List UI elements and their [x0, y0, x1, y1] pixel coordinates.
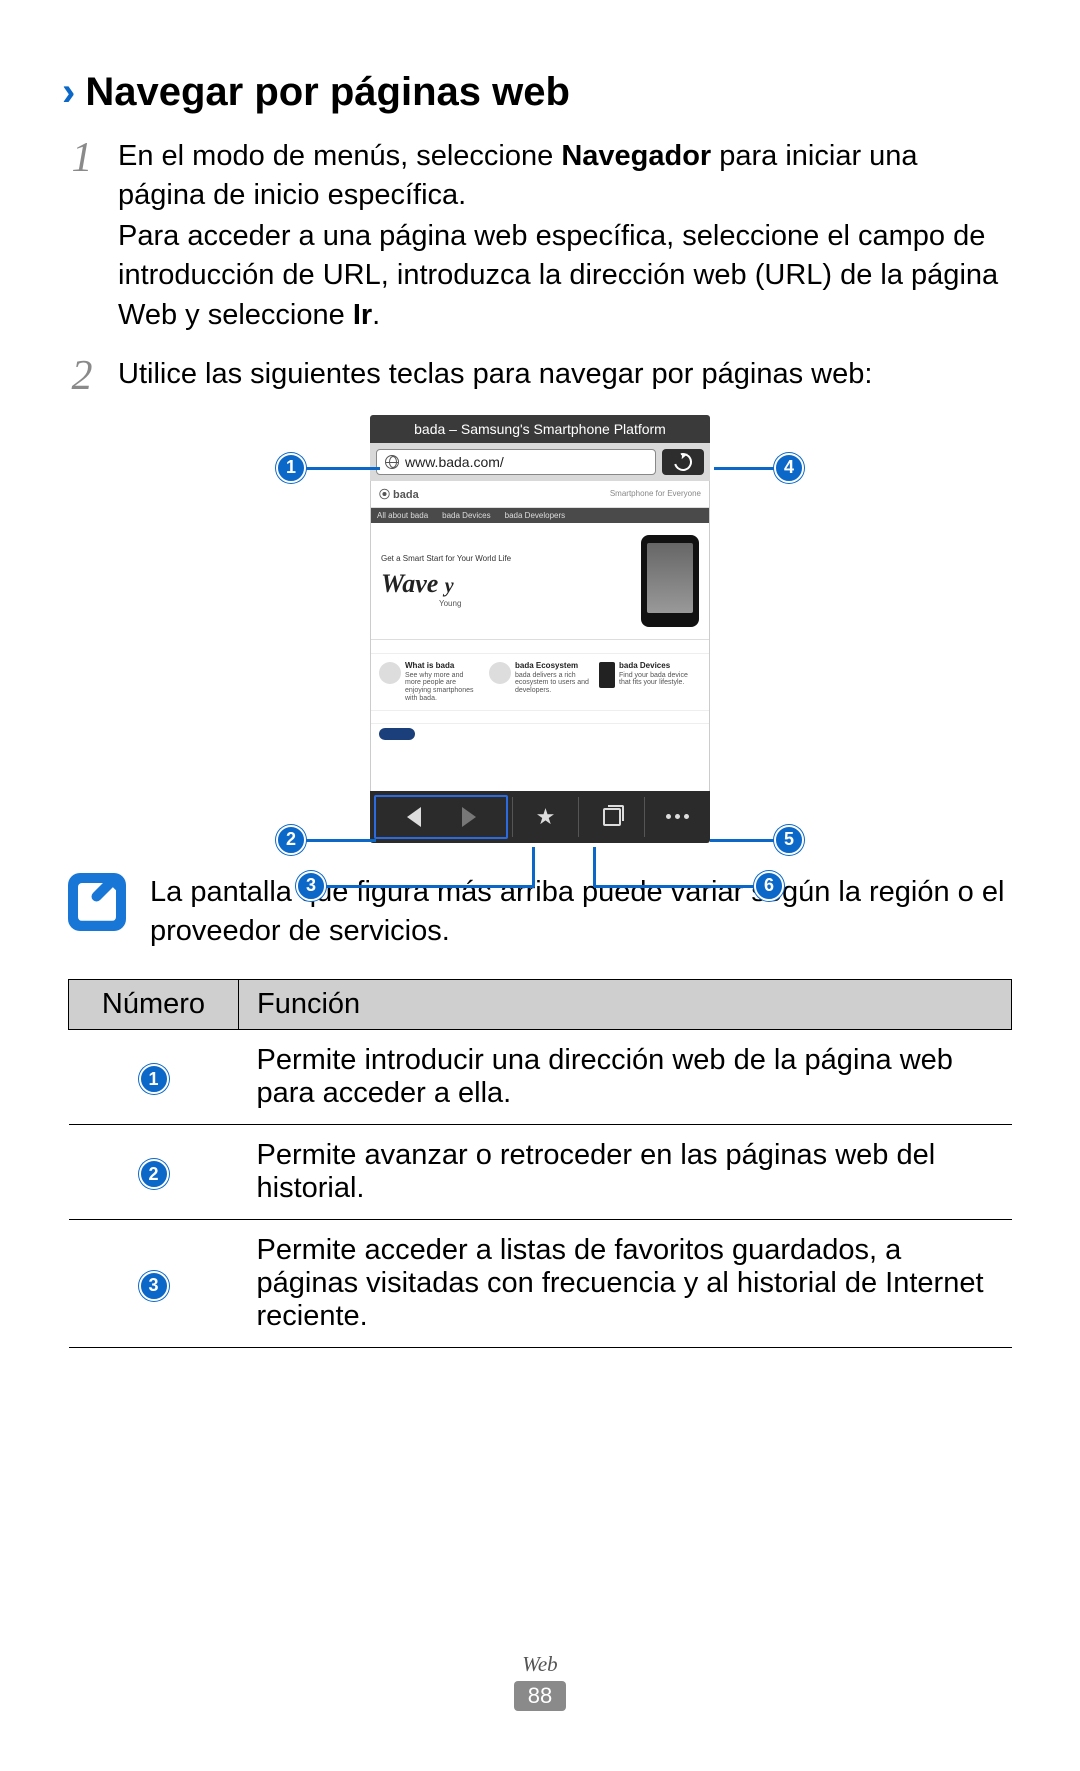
step-body: En el modo de menús, seleccione Navegado…	[118, 137, 1012, 337]
leader-6h	[594, 885, 754, 888]
callout-6: 6	[754, 871, 784, 901]
bookmarks-button[interactable]: ★	[513, 791, 578, 843]
page-number: 88	[514, 1681, 566, 1711]
step1-para2: Para acceder a una página web específica…	[118, 217, 1012, 334]
site-tab: bada Devices	[442, 511, 490, 520]
page-footer: Web 88	[0, 1652, 1080, 1711]
webpage-content: ⦿ bada Smartphone for Everyone All about…	[370, 481, 710, 791]
row-badge: 3	[139, 1271, 169, 1301]
leader-3v	[532, 847, 535, 887]
note-block: La pantalla que figura más arriba puede …	[68, 873, 1012, 951]
site-tab: All about bada	[377, 511, 428, 520]
features-row: What is badaSee why more and more people…	[371, 654, 709, 712]
phone-mock: bada – Samsung's Smartphone Platform www…	[370, 415, 710, 843]
site-header: ⦿ bada Smartphone for Everyone	[371, 481, 709, 508]
row-badge: 1	[139, 1064, 169, 1094]
callout-2: 2	[276, 825, 306, 855]
site-tabs: All about bada bada Devices bada Develop…	[371, 508, 709, 523]
step-body: Utilice las siguientes teclas para naveg…	[118, 355, 1012, 397]
callout-3: 3	[296, 871, 326, 901]
feature-phone-icon	[599, 662, 615, 688]
row-function: Permite avanzar o retroceder en las pági…	[239, 1124, 1012, 1219]
more-icon	[666, 814, 689, 819]
feature-icon	[489, 662, 511, 684]
function-table: Número Función 1 Permite introducir una …	[68, 979, 1012, 1348]
feature-icon	[379, 662, 401, 684]
leader-5	[710, 839, 774, 842]
samsung-logo	[379, 728, 415, 740]
footer-row1	[371, 711, 709, 724]
feature-item: bada DevicesFind your bada device that f…	[599, 662, 701, 703]
url-field[interactable]: www.bada.com/	[376, 449, 656, 475]
step-1: 1 En el modo de menús, seleccione Navega…	[68, 137, 1012, 337]
th-number: Número	[69, 979, 239, 1029]
globe-icon	[385, 455, 399, 469]
browser-figure: 1 4 2 5 3 6 bada – Samsung's Smartphone …	[68, 415, 1012, 843]
hero-subtitle: Young	[439, 599, 633, 608]
more-button[interactable]	[645, 791, 710, 843]
leader-2	[306, 839, 376, 842]
hero-product: Wave y	[381, 569, 633, 599]
table-row: 2 Permite avanzar o retroceder en las pá…	[69, 1124, 1012, 1219]
site-tab: bada Developers	[505, 511, 565, 520]
callout-1: 1	[276, 453, 306, 483]
heading-text: Navegar por páginas web	[85, 70, 570, 115]
forward-icon	[462, 807, 486, 827]
step1-para1: En el modo de menús, seleccione Navegado…	[118, 137, 1012, 215]
forward-button[interactable]	[441, 797, 506, 837]
callout-4: 4	[774, 453, 804, 483]
windows-icon	[603, 808, 621, 826]
bada-logo: ⦿ bada	[379, 486, 419, 502]
reload-icon	[671, 449, 696, 474]
row-function: Permite acceder a listas de favoritos gu…	[239, 1219, 1012, 1347]
row-function: Permite introducir una dirección web de …	[239, 1029, 1012, 1124]
browser-bottombar: ★	[370, 791, 710, 843]
step-number: 2	[68, 355, 96, 397]
leader-6v	[593, 847, 596, 887]
feature-item: What is badaSee why more and more people…	[379, 662, 481, 703]
step-number: 1	[68, 137, 96, 337]
table-row: 1 Permite introducir una dirección web d…	[69, 1029, 1012, 1124]
leader-3h	[326, 885, 534, 888]
reload-button[interactable]	[662, 449, 704, 475]
hero-banner: Get a Smart Start for Your World Life Wa…	[371, 523, 709, 640]
browser-titlebar: bada – Samsung's Smartphone Platform	[370, 415, 710, 443]
nav-group	[374, 795, 508, 839]
feature-item: bada Ecosystembada delivers a rich ecosy…	[489, 662, 591, 703]
hero-tagline: Get a Smart Start for Your World Life	[381, 554, 633, 563]
star-icon: ★	[536, 804, 556, 830]
back-icon	[397, 807, 421, 827]
back-button[interactable]	[376, 797, 441, 837]
note-icon	[68, 873, 126, 931]
footer-section: Web	[0, 1652, 1080, 1677]
windows-button[interactable]	[579, 791, 644, 843]
site-tagline: Smartphone for Everyone	[610, 490, 701, 498]
heading-arrow-icon: ›	[62, 70, 75, 115]
leader-1	[306, 467, 380, 470]
callout-5: 5	[774, 825, 804, 855]
th-function: Función	[239, 979, 1012, 1029]
hero-phone-image	[641, 535, 699, 627]
section-heading: › Navegar por páginas web	[62, 70, 1012, 115]
footer-row2	[371, 724, 709, 744]
url-row: www.bada.com/	[370, 443, 710, 481]
note-text: La pantalla que figura más arriba puede …	[150, 873, 1012, 951]
leader-4	[714, 467, 774, 470]
row-badge: 2	[139, 1159, 169, 1189]
url-text: www.bada.com/	[405, 454, 504, 470]
table-row: 3 Permite acceder a listas de favoritos …	[69, 1219, 1012, 1347]
step-2: 2 Utilice las siguientes teclas para nav…	[68, 355, 1012, 397]
mid-text-row	[371, 640, 709, 654]
